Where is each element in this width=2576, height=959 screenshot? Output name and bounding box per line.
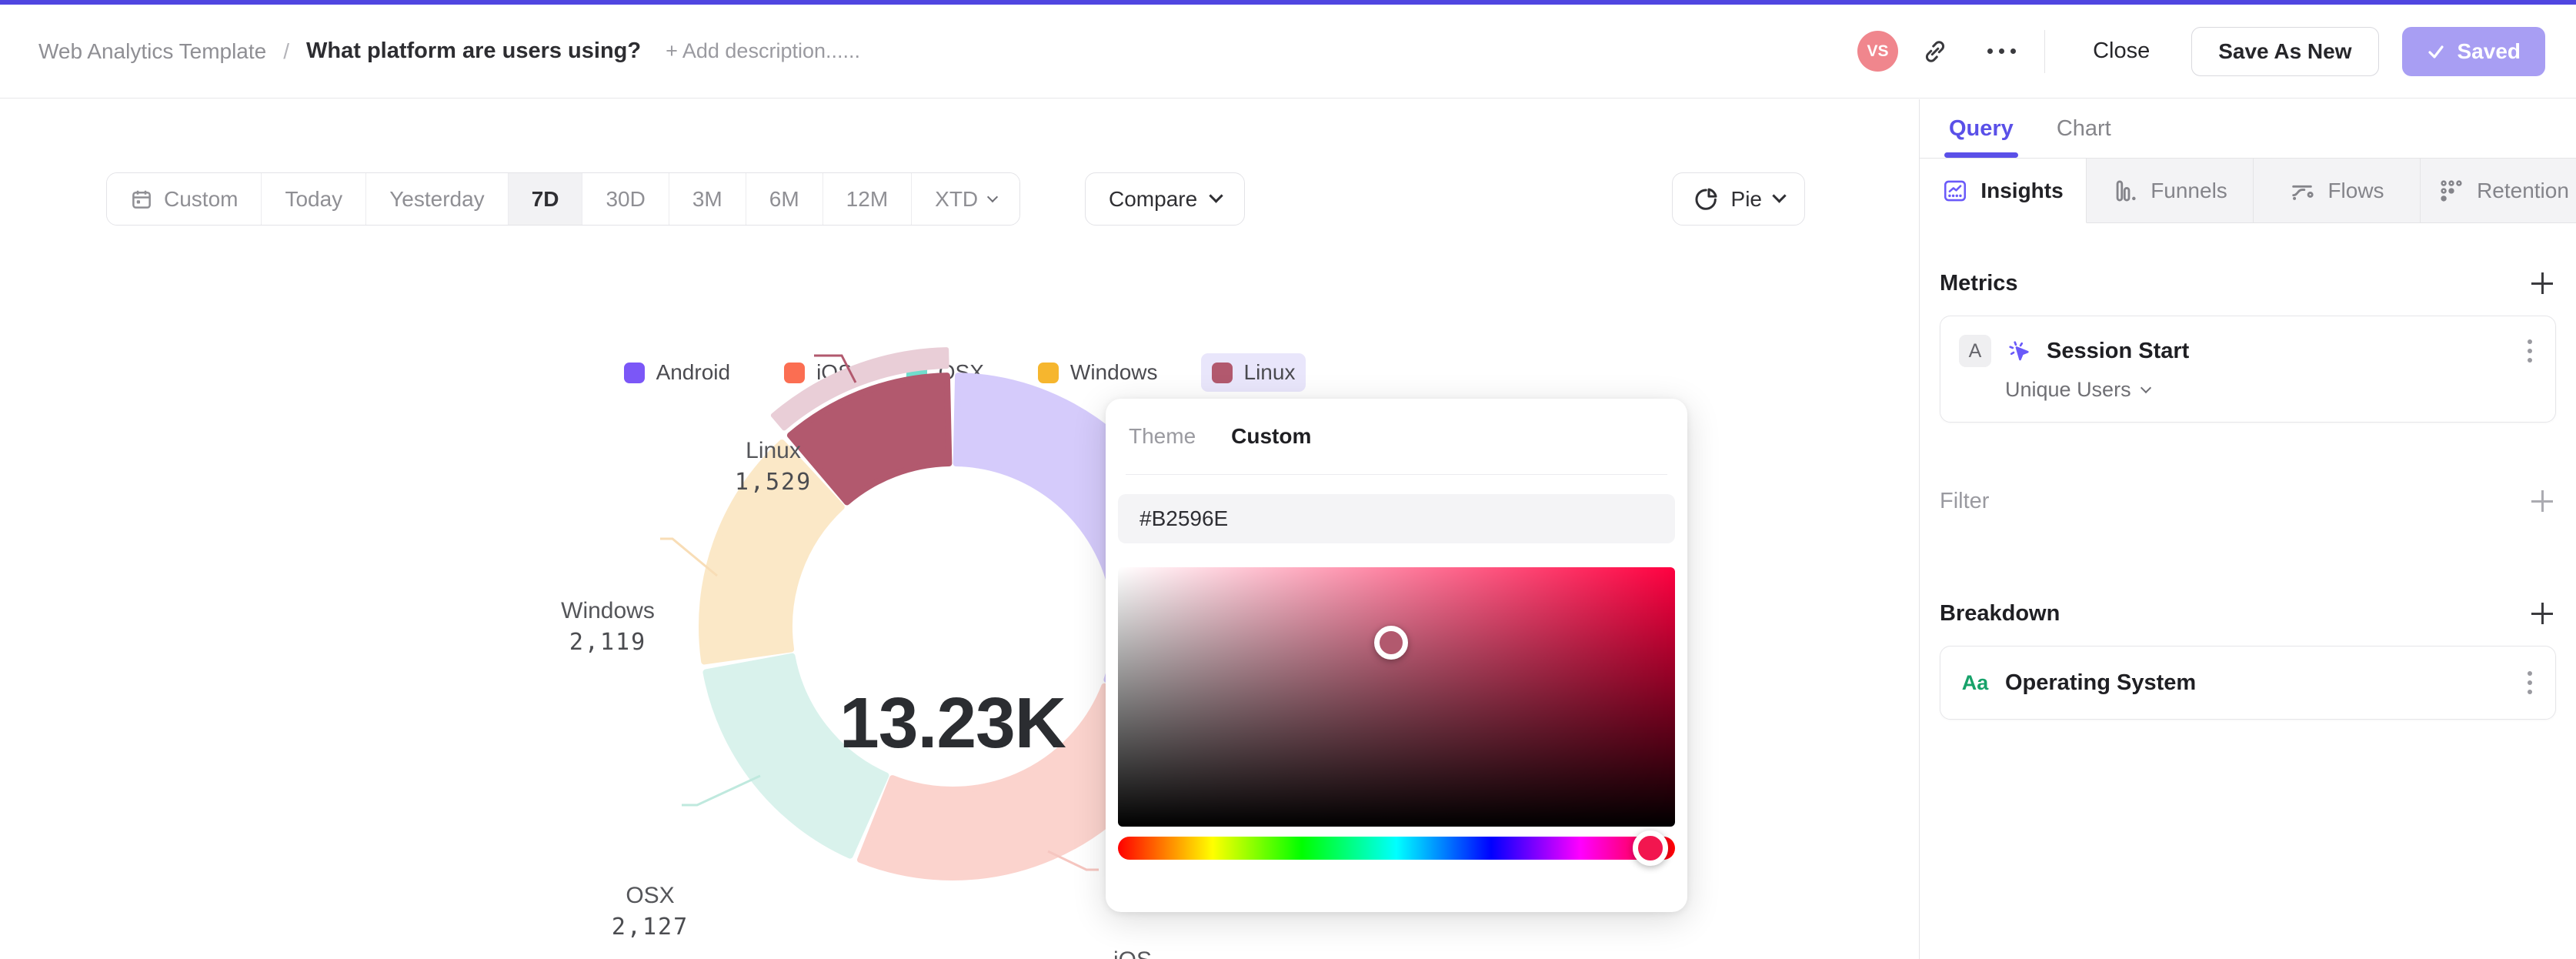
query-sidebar: Query Chart Insights Funnels Flows Reten… bbox=[1919, 99, 2576, 959]
color-picker-popup: Theme Custom bbox=[1106, 399, 1687, 912]
leader-line-ios bbox=[1047, 850, 1099, 871]
tab-funnels[interactable]: Funnels bbox=[2087, 159, 2254, 223]
filter-heading: Filter bbox=[1940, 488, 1990, 513]
page-title[interactable]: What platform are users using? bbox=[306, 38, 641, 64]
breakdown-heading-row: Breakdown bbox=[1940, 600, 2556, 627]
metric-card-main-row: A Session Start bbox=[1940, 316, 2555, 373]
tab-label: Retention bbox=[2477, 178, 2569, 202]
link-icon bbox=[1926, 40, 1945, 62]
save-as-new-button[interactable]: Save As New bbox=[2191, 26, 2379, 76]
metrics-heading-row: Metrics bbox=[1940, 269, 2556, 297]
retention-icon bbox=[2441, 179, 2462, 202]
sidebar-top-tabs: Query Chart bbox=[1920, 99, 2576, 158]
tab-label: Query bbox=[1949, 115, 2014, 141]
flows-icon bbox=[2292, 185, 2314, 200]
session-start-icon bbox=[2009, 341, 2029, 361]
tab-insights[interactable]: Insights bbox=[1920, 159, 2087, 223]
header-actions: VS Close Save As New Saved bbox=[1857, 26, 2545, 76]
check-icon bbox=[2428, 45, 2444, 58]
slice-name: Windows bbox=[561, 598, 655, 623]
breadcrumb: Web Analytics Template / What platform a… bbox=[38, 38, 860, 64]
tab-theme[interactable]: Theme bbox=[1129, 424, 1196, 449]
metric-card[interactable]: A Session Start Unique Users bbox=[1940, 316, 2556, 423]
add-breakdown-button[interactable] bbox=[2528, 600, 2556, 627]
color-cursor-handle[interactable] bbox=[1373, 625, 1408, 660]
tab-label: Insights bbox=[1980, 178, 2064, 202]
slice-label-ios: iOS 3,402 bbox=[1056, 947, 1210, 959]
breakdown-card[interactable]: Aa Operating System bbox=[1940, 646, 2556, 720]
tab-label: Flows bbox=[2327, 178, 2384, 202]
header: Web Analytics Template / What platform a… bbox=[0, 5, 2576, 99]
saturation-value-area[interactable] bbox=[1118, 567, 1675, 827]
slice-label-windows: Windows 2,119 bbox=[531, 598, 685, 656]
ellipsis-icon bbox=[1987, 48, 2016, 54]
tab-custom[interactable]: Custom bbox=[1231, 424, 1311, 449]
add-filter-button[interactable] bbox=[2528, 487, 2556, 515]
add-description-button[interactable]: + Add description...... bbox=[666, 39, 860, 63]
metric-aggregation-dropdown[interactable]: Unique Users bbox=[1940, 373, 2555, 422]
metric-name[interactable]: Session Start bbox=[2047, 339, 2509, 364]
share-link-button[interactable] bbox=[1912, 28, 1958, 75]
sidebar-body: Metrics A Session Start Unique Users Fil… bbox=[1920, 269, 2576, 720]
breakdown-card-row: Aa Operating System bbox=[1940, 647, 2555, 719]
close-button[interactable]: Close bbox=[2071, 38, 2171, 64]
tab-flows[interactable]: Flows bbox=[2254, 159, 2421, 223]
chart-panel: Custom Today Yesterday 7D 30D 3M 6M 12M … bbox=[0, 99, 1919, 959]
hue-slider[interactable] bbox=[1118, 830, 1675, 866]
header-divider bbox=[2044, 29, 2046, 73]
tab-label: Chart bbox=[2056, 115, 2111, 141]
slice-label-linux: Linux 1,529 bbox=[696, 438, 850, 496]
breadcrumb-root-link[interactable]: Web Analytics Template bbox=[38, 39, 266, 64]
hex-color-input[interactable] bbox=[1118, 494, 1675, 543]
aggregation-label: Unique Users bbox=[2005, 378, 2131, 401]
avatar[interactable]: VS bbox=[1857, 31, 1899, 72]
slice-name: Linux bbox=[746, 438, 801, 463]
picker-divider bbox=[1126, 474, 1667, 475]
slice-name: iOS bbox=[1056, 947, 1210, 959]
breadcrumb-separator: / bbox=[283, 38, 290, 63]
app-window: Web Analytics Template / What platform a… bbox=[0, 0, 2576, 959]
slice-value: 2,119 bbox=[569, 629, 647, 656]
insights-icon bbox=[1944, 180, 1967, 201]
slice-label-osx: OSX 2,127 bbox=[573, 883, 727, 941]
property-type-badge: Aa bbox=[1961, 670, 1989, 694]
slice-value: 1,529 bbox=[734, 469, 813, 496]
add-metric-button[interactable] bbox=[2528, 269, 2556, 297]
insight-type-tabs: Insights Funnels Flows Retention bbox=[1920, 158, 2576, 223]
color-picker-tabs: Theme Custom bbox=[1106, 399, 1687, 474]
tab-chart[interactable]: Chart bbox=[2057, 99, 2111, 158]
leader-line-osx bbox=[682, 774, 761, 807]
tab-query[interactable]: Query bbox=[1944, 99, 2018, 158]
filter-heading-row: Filter bbox=[1940, 487, 2556, 515]
tab-label: Funnels bbox=[2151, 178, 2227, 202]
saved-button[interactable]: Saved bbox=[2401, 26, 2545, 76]
slice-value: 2,127 bbox=[611, 914, 689, 941]
metric-menu-button[interactable] bbox=[2523, 335, 2537, 367]
hue-slider-handle[interactable] bbox=[1633, 830, 1669, 866]
saved-button-label: Saved bbox=[2457, 38, 2521, 63]
more-options-button[interactable] bbox=[1978, 28, 2024, 75]
chevron-down-icon bbox=[2140, 382, 2151, 394]
funnels-icon bbox=[2116, 180, 2136, 201]
breakdown-heading: Breakdown bbox=[1940, 600, 2060, 626]
breakdown-menu-button[interactable] bbox=[2523, 667, 2537, 699]
metrics-heading: Metrics bbox=[1940, 270, 2018, 296]
top-accent-bar bbox=[0, 0, 2576, 5]
tab-retention[interactable]: Retention bbox=[2421, 159, 2576, 223]
breakdown-name[interactable]: Operating System bbox=[2005, 670, 2509, 696]
series-badge: A bbox=[1959, 335, 1991, 367]
slice-name: OSX bbox=[626, 883, 675, 908]
